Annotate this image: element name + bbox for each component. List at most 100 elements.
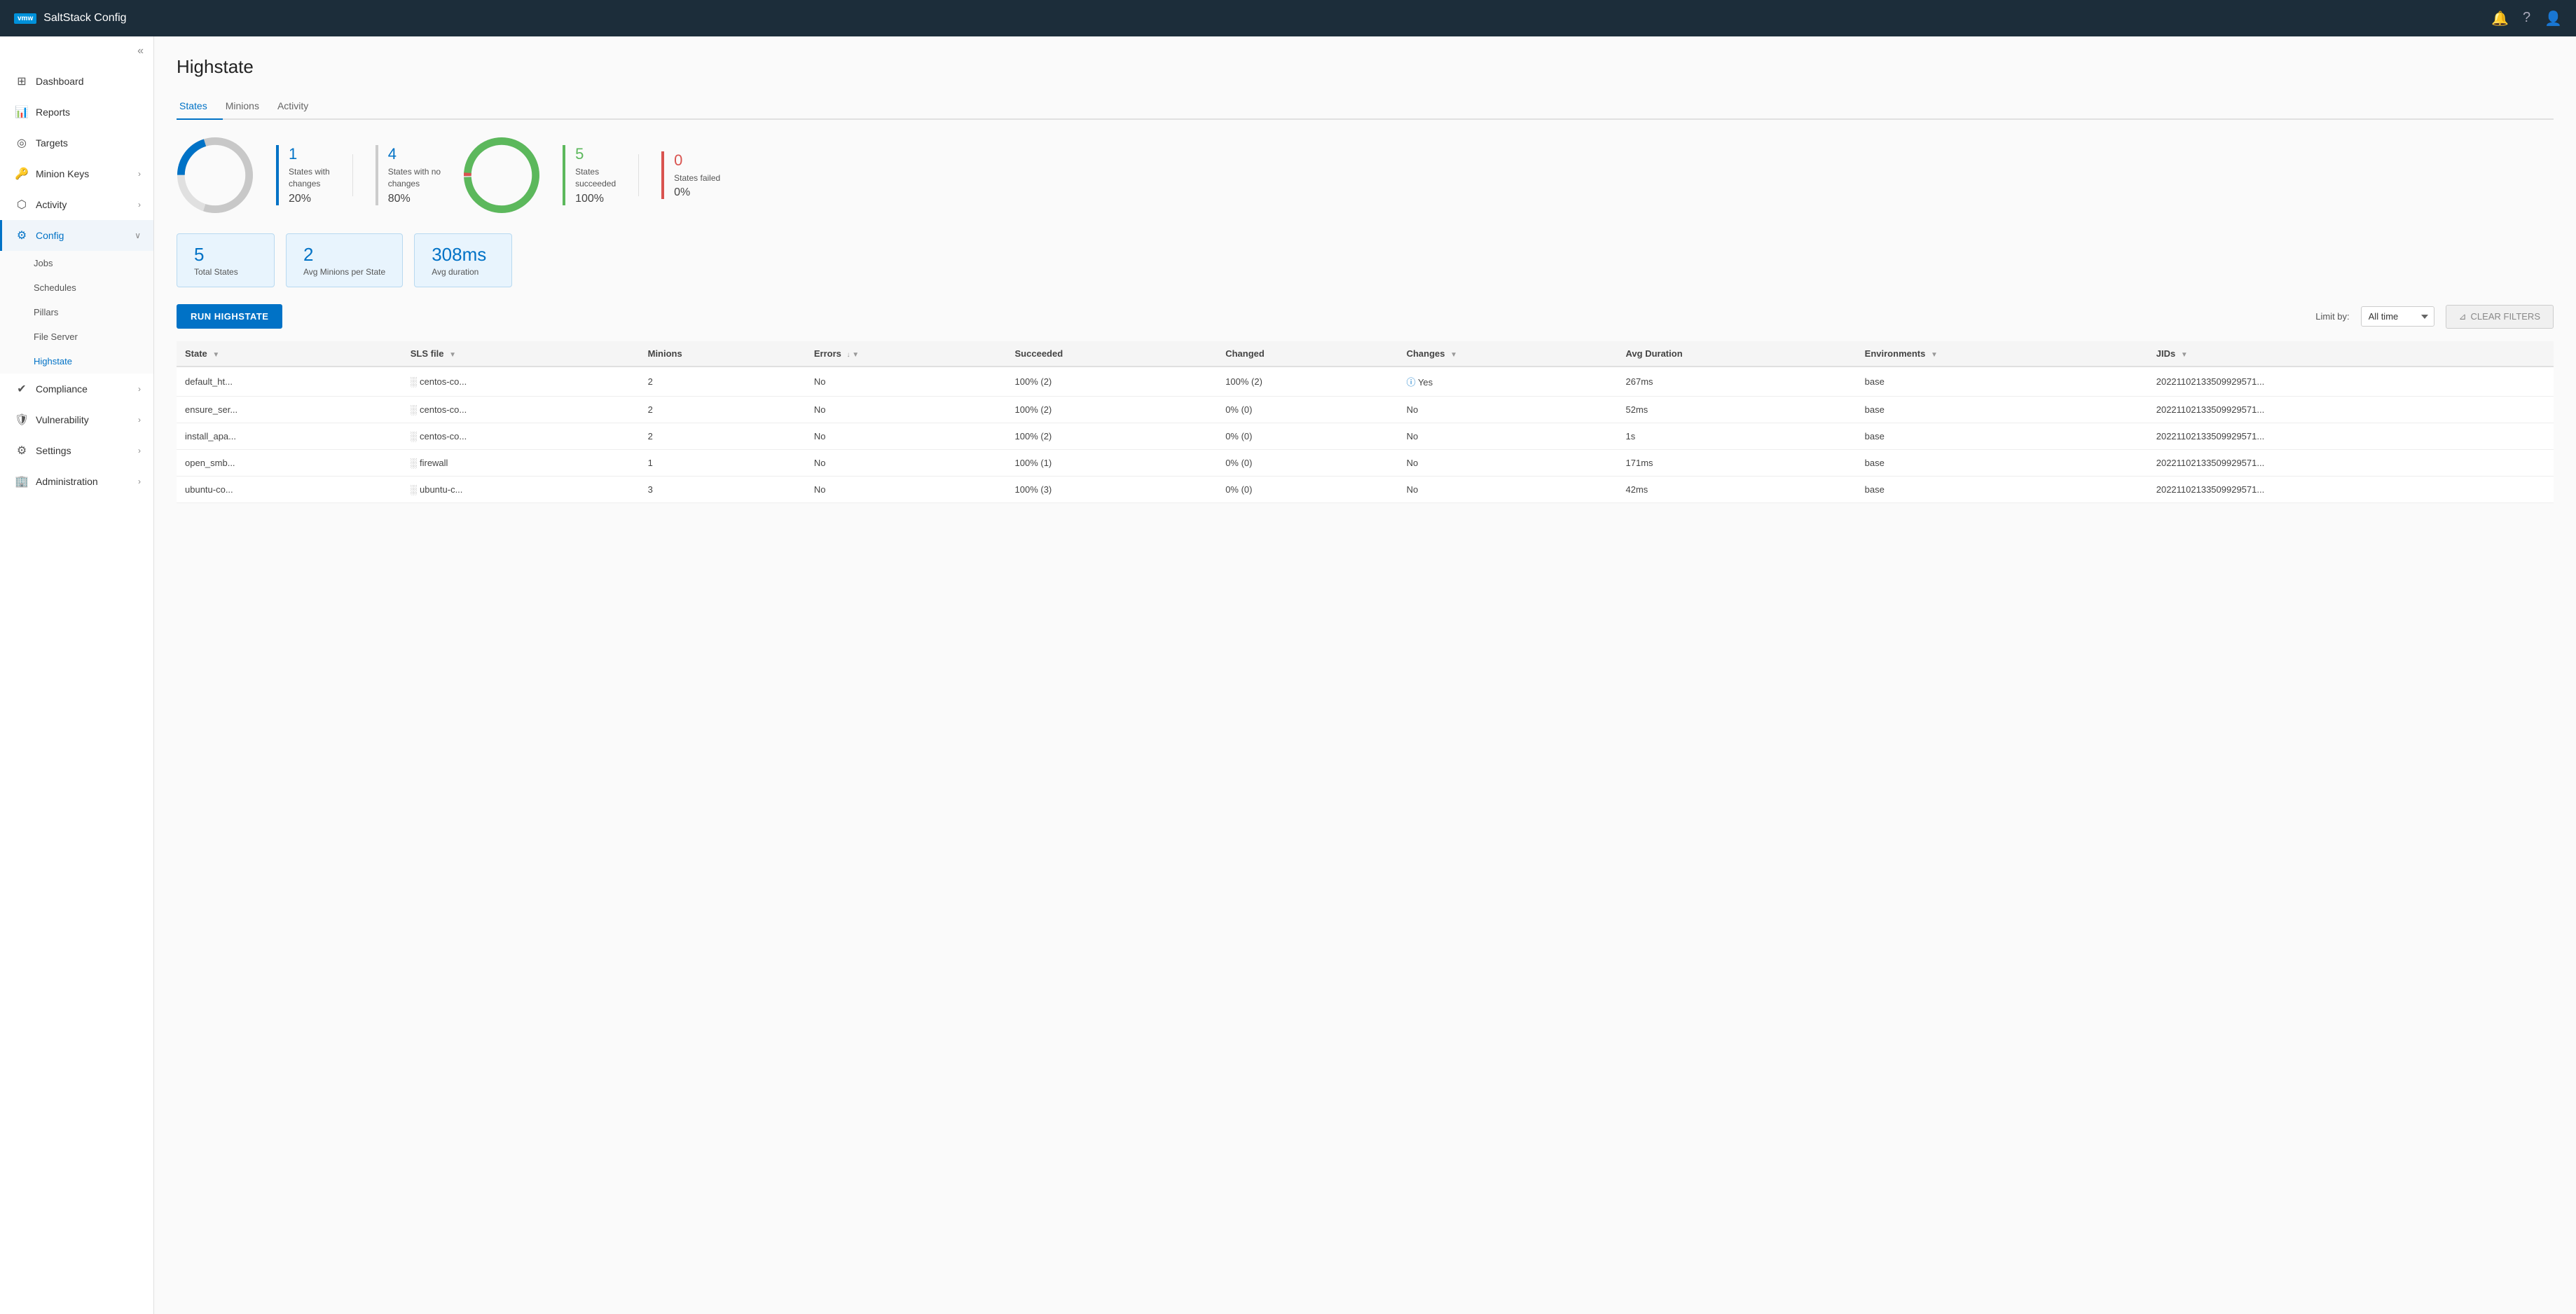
cell-minions-4: 3 [640, 477, 806, 503]
cell-sls-1[interactable]: ░centos-co... [402, 397, 640, 423]
page-title: Highstate [177, 56, 2554, 78]
stat-block-no-changes: 4 States with nochanges 80% [376, 145, 441, 205]
sidebar-item-activity[interactable]: ⬡ Activity › [0, 189, 153, 220]
avg-duration-number: 308ms [432, 244, 495, 266]
notifications-icon[interactable]: 🔔 [2491, 10, 2509, 27]
cell-jids-1[interactable]: 20221102133509929571... [2148, 397, 2554, 423]
help-icon[interactable]: ? [2523, 10, 2530, 27]
cell-sls-4[interactable]: ░ubuntu-c... [402, 477, 640, 503]
stat-block-failed: 0 States failed 0% [661, 151, 720, 200]
col-jids: JIDs ▼ [2148, 341, 2554, 367]
stat-label-failed: States failed [674, 172, 720, 184]
avg-minions-label: Avg Minions per State [303, 267, 385, 277]
cell-minions-0: 2 [640, 367, 806, 397]
cell-succeeded-0: 100% (2) [1007, 367, 1218, 397]
cell-changes-4: No [1398, 477, 1618, 503]
activity-icon: ⬡ [15, 198, 29, 212]
stat-block-changes: 1 States withchanges 20% [276, 145, 330, 205]
chevron-right-icon: › [138, 384, 141, 394]
col-changes: Changes ▼ [1398, 341, 1618, 367]
limit-select[interactable]: All time Last hour Last day Last week La… [2361, 306, 2434, 327]
sidebar-collapse-button[interactable]: « [0, 36, 153, 66]
sort-env-icon[interactable]: ▼ [1931, 351, 1938, 359]
donut-chart-2 [463, 137, 540, 214]
donut-svg-1 [177, 137, 254, 214]
table-body: default_ht... ░centos-co... 2 No 100% (2… [177, 367, 2554, 503]
avg-duration-label: Avg duration [432, 267, 495, 277]
cell-jids-3[interactable]: 20221102133509929571... [2148, 450, 2554, 477]
sidebar-item-settings[interactable]: ⚙ Settings › [0, 435, 153, 466]
sidebar-item-reports[interactable]: 📊 Reports [0, 97, 153, 128]
cell-sls-2[interactable]: ░centos-co... [402, 423, 640, 450]
stat-pct-changes: 20% [289, 193, 330, 205]
vmw-badge: vmw [14, 13, 36, 24]
cell-state-4[interactable]: ubuntu-co... [177, 477, 402, 503]
tab-activity[interactable]: Activity [275, 93, 324, 120]
sidebar-label-vulnerability: Vulnerability [36, 414, 89, 425]
sidebar-subitem-pillars[interactable]: Pillars [0, 300, 153, 324]
user-icon[interactable]: 👤 [2544, 10, 2562, 27]
cell-jids-4[interactable]: 20221102133509929571... [2148, 477, 2554, 503]
cell-changes-1: No [1398, 397, 1618, 423]
donut-svg-2 [463, 137, 540, 214]
clear-filters-button[interactable]: ⊿ CLEAR FILTERS [2446, 305, 2554, 329]
sort-jids-icon[interactable]: ▼ [2181, 351, 2188, 359]
cell-state-1[interactable]: ensure_ser... [177, 397, 402, 423]
sort-sls-icon[interactable]: ▼ [449, 351, 456, 359]
cell-sls-0[interactable]: ░centos-co... [402, 367, 640, 397]
chevron-right-icon: › [138, 477, 141, 486]
stat-number-no-changes: 4 [388, 145, 441, 163]
summary-card-avg-minions: 2 Avg Minions per State [286, 233, 403, 287]
sidebar-label-activity: Activity [36, 199, 67, 210]
sidebar-item-compliance[interactable]: ✔ Compliance › [0, 374, 153, 404]
sort-changes-icon[interactable]: ▼ [1450, 351, 1457, 359]
cell-changed-2: 0% (0) [1217, 423, 1398, 450]
sort-errors-icon[interactable]: ↓ ▼ [847, 351, 860, 359]
settings-icon: ⚙ [15, 444, 29, 458]
sidebar-item-targets[interactable]: ◎ Targets [0, 128, 153, 158]
cell-jids-2[interactable]: 20221102133509929571... [2148, 423, 2554, 450]
col-sls-file: SLS file ▼ [402, 341, 640, 367]
cell-changes-0: ⓘ Yes [1398, 367, 1618, 397]
tab-minions[interactable]: Minions [223, 93, 275, 120]
sidebar-label-targets: Targets [36, 137, 68, 149]
cell-succeeded-3: 100% (1) [1007, 450, 1218, 477]
cell-errors-4: No [806, 477, 1007, 503]
info-icon[interactable]: ⓘ [1407, 377, 1416, 388]
summary-cards: 5 Total States 2 Avg Minions per State 3… [177, 233, 2554, 287]
cell-jids-0[interactable]: 20221102133509929571... [2148, 367, 2554, 397]
cell-minions-1: 2 [640, 397, 806, 423]
sidebar-item-minion-keys[interactable]: 🔑 Minion Keys › [0, 158, 153, 189]
tab-bar: States Minions Activity [177, 93, 2554, 120]
sidebar-label-config: Config [36, 230, 64, 241]
sidebar-item-config[interactable]: ⚙ Config ∨ [0, 220, 153, 251]
sidebar-subitem-schedules[interactable]: Schedules [0, 275, 153, 300]
stat-block-succeeded: 5 Statessucceeded 100% [563, 145, 616, 205]
stat-label-changes: States withchanges [289, 166, 330, 190]
actions-bar: RUN HIGHSTATE Limit by: All time Last ho… [177, 304, 2554, 329]
divider-2 [638, 154, 639, 196]
cell-state-2[interactable]: install_apa... [177, 423, 402, 450]
main-content: Highstate States Minions Activity 1 S [154, 36, 2576, 1314]
filter-area: Limit by: All time Last hour Last day La… [2315, 305, 2554, 329]
tab-states[interactable]: States [177, 93, 223, 120]
sidebar-item-administration[interactable]: 🏢 Administration › [0, 466, 153, 497]
cell-state-3[interactable]: open_smb... [177, 450, 402, 477]
col-changed: Changed [1217, 341, 1398, 367]
sidebar-item-vulnerability[interactable]: 🛡 Vulnerability › [0, 404, 153, 435]
run-highstate-button[interactable]: RUN HIGHSTATE [177, 304, 282, 329]
sort-state-icon[interactable]: ▼ [212, 351, 219, 359]
sidebar-label-minion-keys: Minion Keys [36, 168, 89, 179]
cell-state-0[interactable]: default_ht... [177, 367, 402, 397]
sidebar-item-dashboard[interactable]: ⊞ Dashboard [0, 66, 153, 97]
sidebar-subitem-jobs[interactable]: Jobs [0, 251, 153, 275]
minion-keys-icon: 🔑 [15, 167, 29, 181]
cell-environments-1: base [1857, 397, 2148, 423]
sidebar-subitem-highstate[interactable]: Highstate [0, 349, 153, 374]
cell-errors-2: No [806, 423, 1007, 450]
sidebar-subitem-file-server[interactable]: File Server [0, 324, 153, 349]
cell-sls-3[interactable]: ░firewall [402, 450, 640, 477]
app-body: « ⊞ Dashboard 📊 Reports ◎ Targets 🔑 Mini… [0, 36, 2576, 1314]
config-icon: ⚙ [15, 228, 29, 242]
divider-1 [352, 154, 353, 196]
